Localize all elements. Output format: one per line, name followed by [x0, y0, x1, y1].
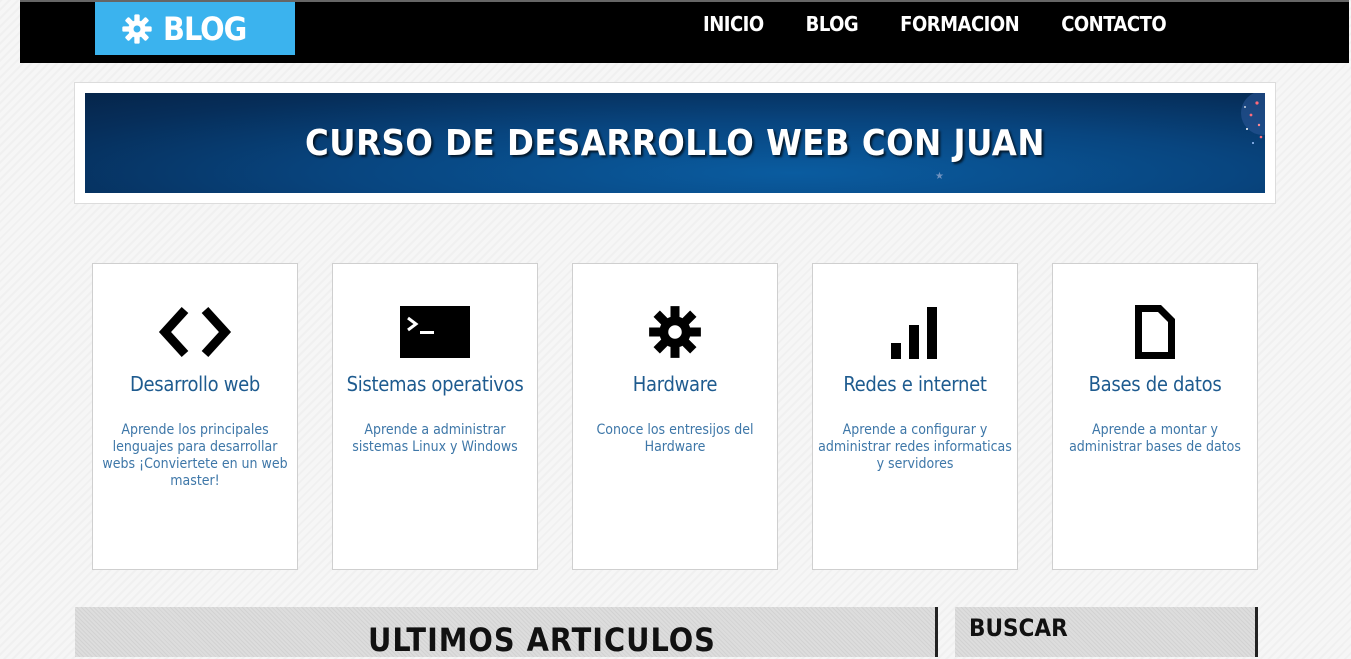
card-title[interactable]: Sistemas operativos — [333, 372, 537, 396]
card-description: Aprende los principales lenguajes para d… — [102, 422, 288, 489]
card-bases-datos[interactable]: Bases de datos Aprende a montar y admini… — [1052, 263, 1258, 570]
nav-inicio[interactable]: INICIO — [703, 12, 764, 36]
card-title[interactable]: Hardware — [573, 372, 777, 396]
search-panel: BUSCAR — [955, 607, 1258, 657]
card-description: Aprende a configurar y administrar redes… — [818, 422, 1012, 472]
terminal-icon — [333, 302, 537, 362]
signal-bars-icon — [813, 302, 1017, 362]
card-sistemas-operativos[interactable]: Sistemas operativos Aprende a administra… — [332, 263, 538, 570]
card-description: Conoce los entresijos del Hardware — [596, 422, 754, 455]
card-description: Aprende a administrar sistemas Linux y W… — [352, 422, 518, 455]
card-desarrollo-web[interactable]: Desarrollo web Aprende los principales l… — [92, 263, 298, 570]
card-title[interactable]: Bases de datos — [1053, 372, 1257, 396]
gear-icon — [122, 13, 152, 44]
hero-banner-frame: CURSO DE DESARROLLO WEB CON JUAN ★ — [74, 82, 1276, 204]
card-title[interactable]: Redes e internet — [813, 372, 1017, 396]
card-description: Aprende a montar y administrar bases de … — [1069, 422, 1241, 455]
gear-icon — [573, 302, 777, 362]
site-logo[interactable]: BLOG — [95, 2, 295, 55]
hero-banner: CURSO DE DESARROLLO WEB CON JUAN ★ — [85, 93, 1265, 193]
logo-text: BLOG — [163, 9, 247, 48]
nav-formacion[interactable]: FORMACION — [900, 12, 1020, 36]
nav-contacto[interactable]: CONTACTO — [1061, 12, 1166, 36]
latest-articles-panel: ULTIMOS ARTICULOS — [75, 607, 938, 659]
nav-blog[interactable]: BLOG — [806, 12, 859, 36]
top-navbar: BLOG INICIO BLOG FORMACION CONTACTO — [20, 0, 1349, 63]
section-title: ULTIMOS ARTICULOS — [368, 621, 716, 659]
card-hardware[interactable]: Hardware Conoce los entresijos del Hardw… — [572, 263, 778, 570]
section-title: BUSCAR — [969, 614, 1068, 642]
card-redes-internet[interactable]: Redes e internet Aprende a configurar y … — [812, 263, 1018, 570]
main-nav: INICIO BLOG FORMACION CONTACTO — [703, 12, 1208, 36]
star-decoration: ★ — [935, 171, 944, 182]
card-title[interactable]: Desarrollo web — [93, 372, 297, 396]
sparkle-decoration — [1241, 93, 1265, 144]
code-icon — [93, 302, 297, 362]
document-icon — [1053, 302, 1257, 362]
hero-title: CURSO DE DESARROLLO WEB CON JUAN — [305, 122, 1045, 164]
